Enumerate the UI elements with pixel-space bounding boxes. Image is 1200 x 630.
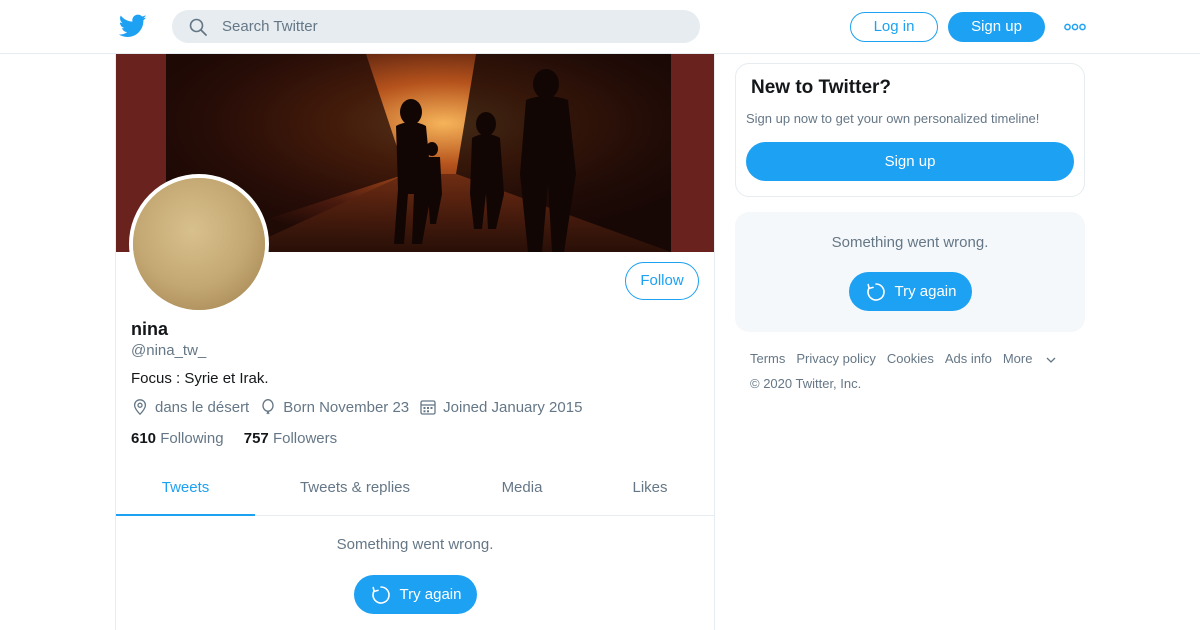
location-text: dans le désert — [155, 398, 250, 416]
sidebar-error-message: Something went wrong. — [831, 234, 989, 251]
profile-avatar[interactable] — [129, 174, 269, 314]
sidebar-signup-button[interactable]: Sign up — [746, 142, 1074, 181]
profile-tabs: Tweets Tweets & replies Media Likes — [116, 466, 714, 516]
location-icon — [133, 399, 147, 416]
profile-location: dans le désert — [131, 398, 249, 416]
twitter-bird-icon[interactable] — [118, 12, 148, 40]
sidebar-error-card: Something went wrong. Try again — [735, 212, 1085, 332]
footer-link-ads-info[interactable]: Ads info — [945, 351, 992, 366]
followers-label: Followers — [272, 430, 338, 447]
search-bar[interactable] — [172, 10, 700, 43]
footer-link-terms[interactable]: Terms — [750, 351, 785, 366]
birthday-text: Born November 23 — [283, 398, 410, 416]
more-dots-icon[interactable] — [1064, 20, 1086, 32]
top-navigation-bar: Log in Sign up — [0, 0, 1200, 54]
sidebar-try-again-button[interactable]: Try again — [849, 272, 972, 311]
following-link[interactable]: 610 Following — [131, 430, 224, 447]
balloon-icon — [262, 399, 274, 415]
footer-link-more[interactable]: More — [1003, 351, 1058, 366]
try-again-label: Try again — [399, 586, 462, 603]
followers-link[interactable]: 757 Followers — [244, 430, 337, 447]
profile-stats: 610 Following 757 Followers — [131, 430, 353, 447]
new-to-twitter-title: New to Twitter? — [751, 77, 892, 98]
profile-joined: Joined January 2015 — [419, 398, 582, 416]
new-to-twitter-card: New to Twitter? Sign up now to get your … — [735, 63, 1085, 197]
followers-count: 757 — [243, 430, 269, 447]
login-button[interactable]: Log in — [850, 12, 938, 42]
footer: Terms Privacy policy Cookies Ads info Mo… — [750, 351, 1080, 391]
refresh-icon — [371, 585, 390, 604]
footer-more-label: More — [1002, 351, 1033, 366]
timeline-error-message: Something went wrong. — [336, 536, 494, 553]
profile-column: Follow nina @nina_tw_ Focus : Syrie et I… — [115, 54, 715, 630]
calendar-icon — [420, 400, 436, 415]
profile-bio: Focus : Syrie et Irak. — [131, 370, 269, 387]
tab-tweets[interactable]: Tweets — [116, 466, 255, 516]
footer-link-cookies[interactable]: Cookies — [887, 351, 934, 366]
profile-birthday: Born November 23 — [259, 398, 409, 416]
tab-media[interactable]: Media — [461, 466, 583, 516]
joined-text: Joined January 2015 — [443, 398, 583, 416]
signup-button[interactable]: Sign up — [948, 12, 1045, 42]
footer-copyright: © 2020 Twitter, Inc. — [750, 376, 862, 391]
following-count: 610 — [131, 430, 157, 447]
sidebar-try-again-label: Try again — [894, 283, 957, 300]
new-to-twitter-subtitle: Sign up now to get your own personalized… — [746, 111, 1040, 126]
following-label: Following — [160, 430, 224, 447]
follow-button[interactable]: Follow — [625, 262, 699, 300]
try-again-button[interactable]: Try again — [354, 575, 477, 614]
search-input[interactable] — [222, 10, 682, 43]
chevron-down-icon — [1046, 357, 1056, 363]
profile-handle: @nina_tw_ — [131, 342, 207, 359]
profile-meta: dans le désert Born November 23 Joined J… — [131, 398, 592, 416]
footer-link-privacy[interactable]: Privacy policy — [796, 351, 875, 366]
refresh-icon — [866, 282, 885, 301]
tab-likes[interactable]: Likes — [600, 466, 700, 516]
tab-tweets-and-replies[interactable]: Tweets & replies — [266, 466, 444, 516]
search-icon — [188, 17, 208, 37]
profile-name: nina — [131, 319, 169, 339]
